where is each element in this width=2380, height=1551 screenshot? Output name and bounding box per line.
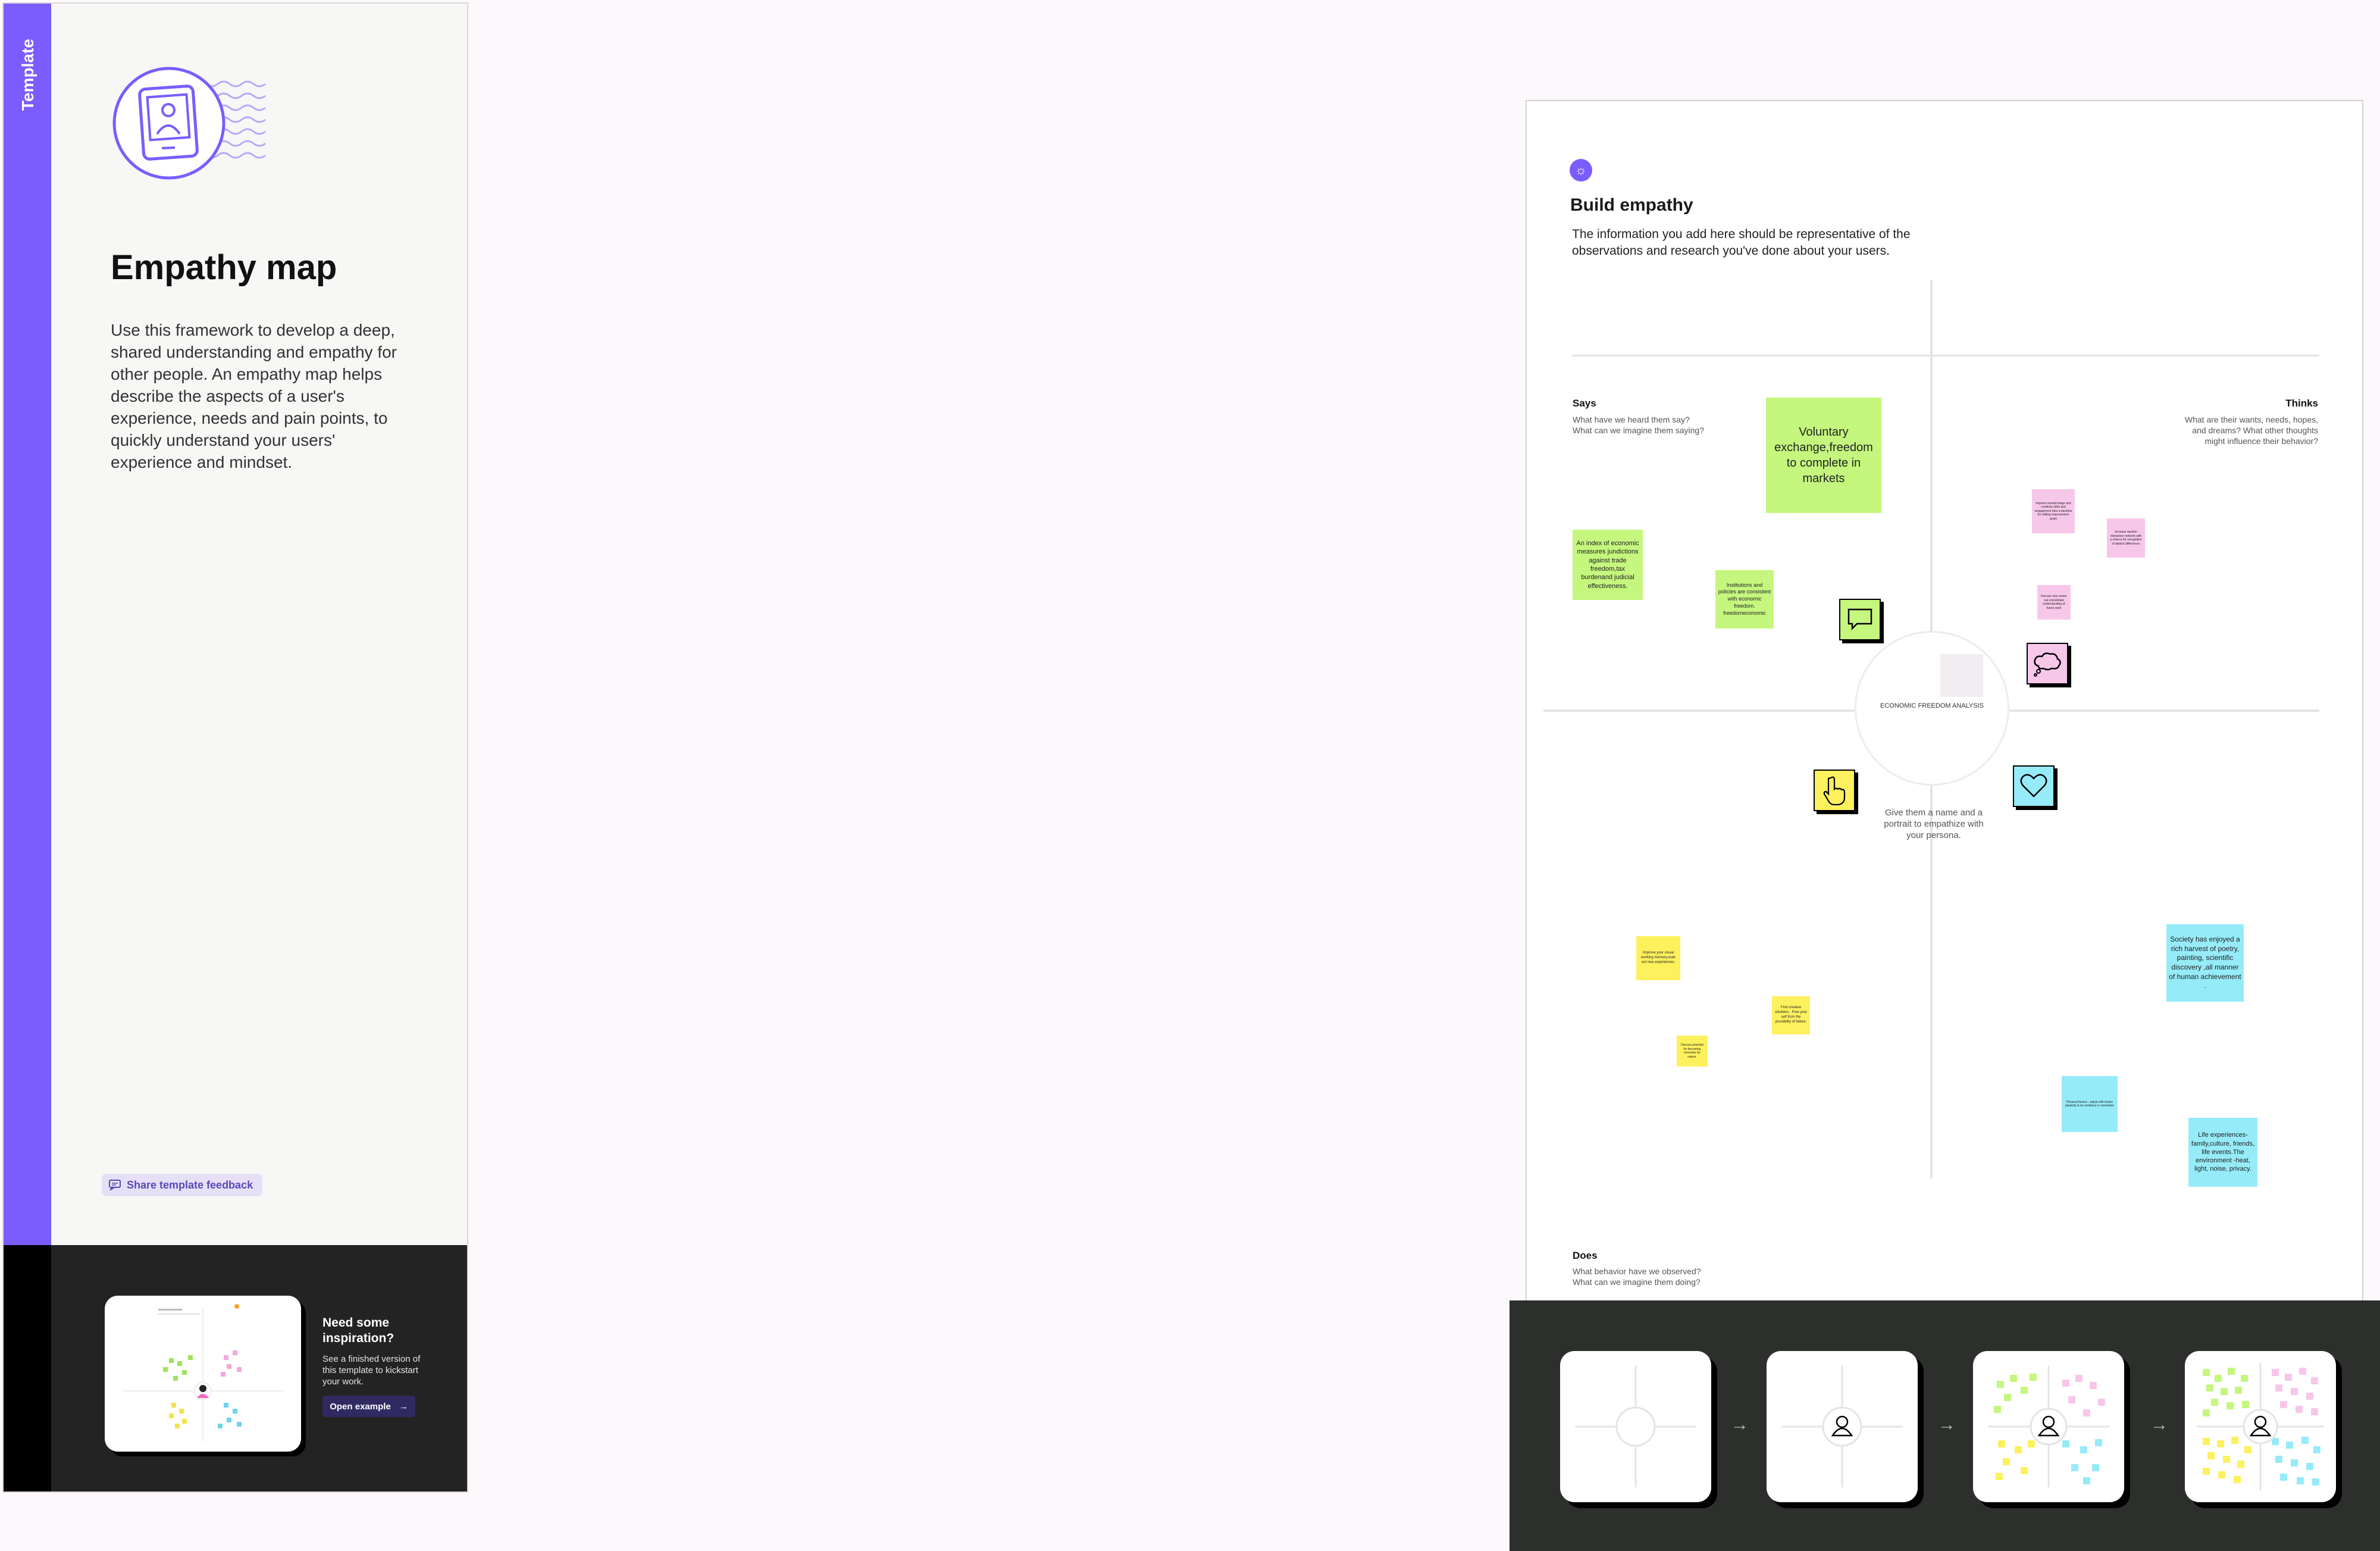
says-description-2: What can we imagine them saying? [1573, 426, 1704, 435]
thinks-description-3: might influence their behavior? [2204, 436, 2318, 446]
progress-step-notes[interactable] [1973, 1351, 2124, 1502]
sticky-note[interactable]: Discuss potential for becoming innovator… [1677, 1036, 1708, 1067]
sticky-note[interactable]: Increase random interaction network with… [2107, 518, 2145, 558]
arrow-right-icon: → [1938, 1415, 1956, 1434]
thinks-description-2: and dreams? What other thoughts [2192, 426, 2318, 435]
empathy-map-illustration [112, 67, 266, 180]
persona-hint: Give them a name and a portrait to empat… [1884, 808, 1984, 840]
persona-map-preview [1781, 1366, 1903, 1487]
progress-step-persona[interactable] [1767, 1351, 1918, 1502]
pointing-hand-icon [1814, 770, 1855, 811]
feedback-icon [109, 1180, 121, 1190]
open-example-button[interactable]: Open example → [322, 1396, 415, 1417]
panel-title: Empathy map [111, 248, 337, 287]
progress-step-full[interactable] [2185, 1351, 2336, 1502]
sticky-note[interactable]: An index of economic measures jundiction… [1573, 530, 1643, 600]
example-thumbnail[interactable] [105, 1296, 301, 1452]
arrow-right-icon: → [2150, 1415, 2168, 1434]
top-divider [1572, 355, 2319, 357]
inspiration-title: Need some inspiration? [322, 1316, 394, 1345]
sticky-note[interactable]: Physical factors : adjust with brains pl… [2062, 1076, 2118, 1132]
progress-step-empty[interactable] [1560, 1351, 1711, 1502]
open-example-label: Open example [330, 1401, 391, 1412]
does-title: Does [1573, 1250, 1598, 1261]
sticky-note[interactable]: Improve mental image and creativity skil… [2032, 489, 2075, 533]
sticky-note[interactable]: Institutions and policies are consistent… [1715, 570, 1774, 628]
arrow-right-icon: → [1731, 1415, 1749, 1434]
arrow-right-icon: → [399, 1401, 408, 1412]
sticky-note[interactable]: Voluntary exchange,freedom to complete i… [1766, 398, 1881, 513]
example-map-preview [123, 1304, 283, 1441]
share-feedback-button[interactable]: Share template feedback [102, 1174, 263, 1196]
thought-bubble-icon [2027, 643, 2068, 684]
template-tab-label: Template [18, 39, 37, 111]
template-strip [4, 4, 51, 1245]
thinks-title: Thinks [2285, 398, 2318, 409]
does-description-1: What behavior have we observed? [1573, 1267, 1701, 1276]
does-description-2: What can we imagine them doing? [1573, 1277, 1701, 1287]
inspiration-section: Need some inspiration? See a finished ve… [4, 1245, 467, 1491]
says-description-1: What have we heard them say? [1573, 415, 1690, 424]
thinks-description-1: What are their wants, needs, hopes, [2184, 415, 2318, 424]
board-description: The information you add here should be r… [1572, 227, 1911, 258]
sticky-note[interactable]: Society has enjoyed a rich harvest of po… [2166, 924, 2244, 1002]
share-feedback-label: Share template feedback [127, 1178, 253, 1191]
inspiration-strip [4, 1245, 51, 1491]
speech-bubble-icon [1839, 599, 1881, 640]
sticky-note[interactable]: Life experiences-family,culture, friends… [2188, 1118, 2257, 1187]
persona-name: ECONOMIC FREEDOM ANALYSIS [1880, 702, 1984, 709]
board-heading: Build empathy [1570, 195, 1693, 215]
sticky-note[interactable]: Improve your visual working memory,seek … [1636, 936, 1680, 980]
sticky-note[interactable]: Find creative solutions . Free your self… [1772, 996, 1810, 1034]
persona-photo-placeholder[interactable] [1940, 654, 1983, 697]
panel-description: Use this framework to develop a deep, sh… [111, 321, 397, 471]
heart-icon [2013, 765, 2055, 807]
template-panel: Template Empathy map Use this framework … [2, 2, 468, 1493]
full-map-preview [2197, 1363, 2324, 1490]
sticky-note[interactable]: Discuss new career out consolidate under… [2037, 585, 2071, 620]
inspiration-description: See a finished version of this template … [322, 1354, 421, 1387]
says-title: Says [1573, 398, 1596, 409]
notes-map-preview [1988, 1366, 2109, 1487]
empty-map-preview [1575, 1366, 1696, 1487]
build-empathy-icon: ☼ [1570, 159, 1592, 182]
